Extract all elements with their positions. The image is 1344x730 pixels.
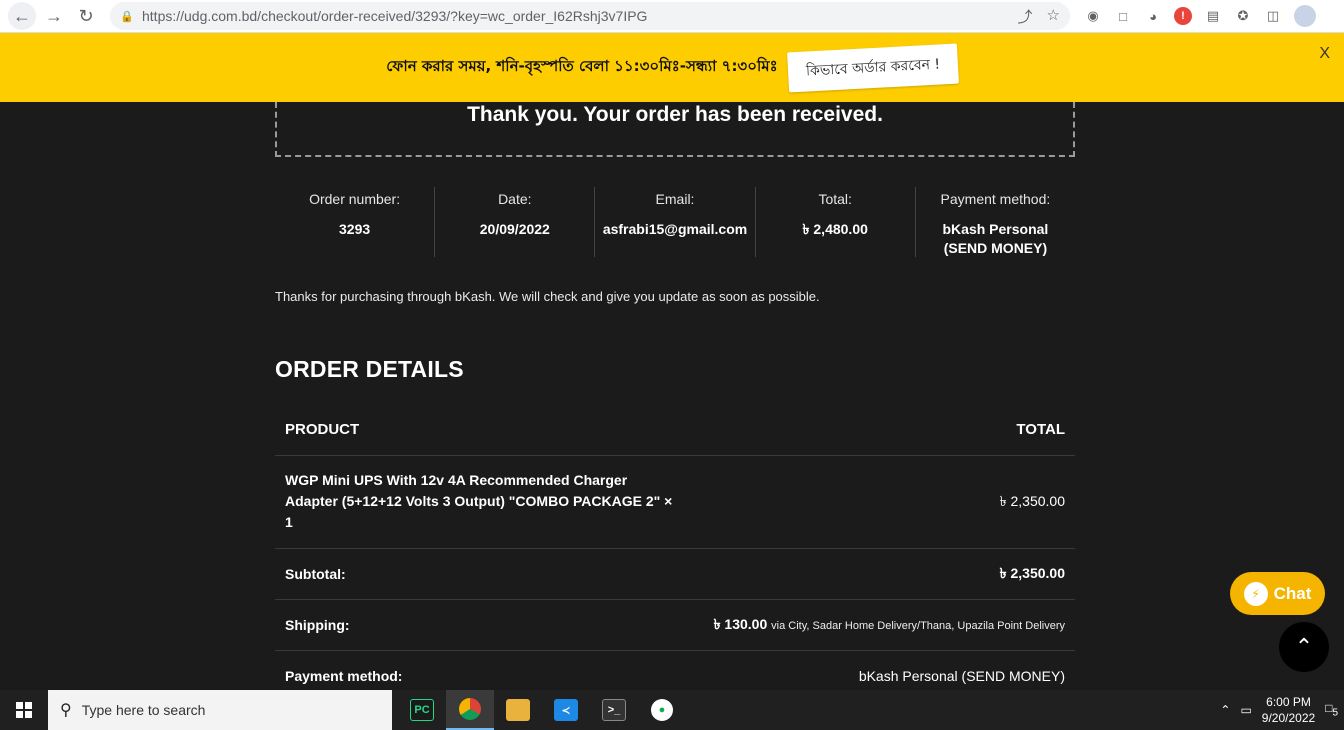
scroll-to-top-button[interactable]: ⌃ [1279, 622, 1329, 672]
extension-icon[interactable]: ◕ [1144, 7, 1162, 25]
overview-label: Order number: [309, 191, 401, 207]
order-received-content: Thank you. Your order has been received.… [275, 102, 1075, 702]
taskbar-search[interactable]: ⚲ Type here to search [48, 690, 392, 730]
lock-icon[interactable]: 🔒 [120, 9, 134, 23]
overview-value: 3293 [339, 221, 371, 237]
thank-you-message: Thank you. Your order has been received. [467, 103, 883, 126]
table-row: Shipping: ৳ 130.00 via City, Sadar Home … [275, 599, 1075, 651]
clock[interactable]: 6:00 PM 9/20/2022 [1262, 694, 1315, 726]
taskbar-vscode[interactable]: ≺ [542, 690, 590, 730]
windows-taskbar: ⚲ Type here to search PC ≺ >_ ● ⌃ ▭ 6:00… [0, 690, 1344, 730]
overview-value: asfrabi15@gmail.com [602, 221, 748, 237]
table-row: WGP Mini UPS With 12v 4A Recommended Cha… [275, 455, 1075, 549]
share-icon[interactable]: ⤴ [1018, 6, 1033, 27]
reload-icon[interactable]: ↻ [72, 2, 100, 30]
chat-label: Chat [1273, 583, 1312, 603]
overview-value: bKash Personal (SEND MONEY) [942, 221, 1049, 256]
table-header-row: PRODUCT TOTAL [275, 405, 1075, 456]
taskbar-terminal[interactable]: >_ [590, 690, 638, 730]
extension-icon[interactable]: ▤ [1204, 7, 1222, 25]
puzzle-icon[interactable]: ✪ [1234, 7, 1252, 25]
product-cell: WGP Mini UPS With 12v 4A Recommended Cha… [275, 455, 695, 549]
product-name-link[interactable]: WGP Mini UPS With 12v 4A Recommended Cha… [285, 470, 675, 533]
forward-icon[interactable]: → [40, 2, 68, 30]
product-total: ৳ 2,350.00 [694, 455, 1075, 549]
chevron-up-icon[interactable]: ⌃ [1220, 703, 1230, 717]
call-time-notice: ফোন করার সময়, শনি-বৃহস্পতি বেলা ১১:৩০মি… [386, 57, 778, 75]
chat-button[interactable]: ⚡ Chat [1230, 572, 1325, 615]
clock-date: 9/20/2022 [1261, 711, 1316, 725]
shipping-value: ৳ 130.00 [713, 615, 768, 632]
browser-toolbar: ← → ↻ 🔒 https://udg.com.bd/checkout/orde… [0, 0, 1344, 33]
subtotal-label: Subtotal: [275, 548, 695, 600]
system-tray: ⌃ ▭ 6:00 PM 9/20/2022 □5 [1220, 694, 1344, 726]
messenger-icon: ⚡ [1243, 581, 1268, 606]
overview-date: Date: 20/09/2022 [435, 187, 596, 257]
overview-order-number: Order number: 3293 [275, 187, 436, 257]
product-column-header: PRODUCT [275, 405, 695, 456]
mongodb-icon: ● [651, 699, 673, 721]
shipping-method: via City, Sadar Home Delivery/Thana, Upa… [771, 619, 1065, 632]
terminal-icon: >_ [602, 699, 626, 721]
battery-icon[interactable]: ▭ [1240, 703, 1251, 717]
subtotal-value: ৳ 2,350.00 [694, 548, 1075, 600]
taskbar-mongodb[interactable]: ● [638, 690, 686, 730]
bookmark-star-icon[interactable]: ☆ [1047, 6, 1060, 27]
how-to-order-button[interactable]: কিভাবে অর্ডার করবেন ! [786, 43, 959, 92]
total-column-header: TOTAL [694, 405, 1075, 456]
search-placeholder: Type here to search [81, 702, 206, 718]
table-row: Subtotal: ৳ 2,350.00 [275, 548, 1075, 600]
overview-value: 20/09/2022 [479, 221, 550, 237]
pycharm-icon: PC [410, 699, 434, 721]
overview-label: Payment method: [940, 191, 1051, 207]
shipping-value-cell: ৳ 130.00 via City, Sadar Home Delivery/T… [694, 599, 1075, 651]
extension-icon[interactable]: ◉ [1084, 7, 1102, 25]
overview-label: Total: [818, 191, 852, 207]
folder-icon [506, 699, 530, 721]
sidebar-icon[interactable]: ◫ [1264, 7, 1282, 25]
clock-time: 6:00 PM [1266, 695, 1311, 709]
taskbar-pycharm[interactable]: PC [398, 690, 446, 730]
chevron-up-icon: ⌃ [1294, 634, 1314, 659]
close-icon[interactable]: X [1319, 45, 1330, 63]
search-icon: ⚲ [60, 702, 72, 719]
windows-icon [16, 702, 32, 718]
order-details-heading: ORDER DETAILS [275, 356, 464, 382]
taskbar-file-explorer[interactable] [494, 690, 542, 730]
shipping-label: Shipping: [275, 599, 695, 651]
overview-value: ৳ 2,480.00 [802, 221, 868, 237]
overview-email: Email: asfrabi15@gmail.com [595, 187, 756, 257]
notification-icon[interactable]: □5 [1325, 701, 1338, 718]
order-details-table: PRODUCT TOTAL WGP Mini UPS With 12v 4A R… [275, 405, 1075, 702]
thank-you-box: Thank you. Your order has been received. [275, 102, 1075, 157]
taskbar-chrome[interactable] [446, 690, 494, 730]
payment-info-message: Thanks for purchasing through bKash. We … [275, 289, 820, 304]
start-button[interactable] [0, 690, 48, 730]
address-bar[interactable]: 🔒 https://udg.com.bd/checkout/order-rece… [110, 2, 1070, 30]
order-overview: Order number: 3293 Date: 20/09/2022 Emai… [275, 187, 1075, 257]
notice-bar: ফোন করার সময়, শনি-বৃহস্পতি বেলা ১১:৩০মি… [0, 33, 1344, 102]
alert-extension-icon[interactable]: ! [1174, 7, 1192, 25]
notification-count: 5 [1332, 707, 1338, 719]
back-icon[interactable]: ← [8, 2, 36, 30]
overview-total: Total: ৳ 2,480.00 [756, 187, 916, 257]
profile-avatar[interactable] [1294, 5, 1316, 27]
chrome-icon [459, 698, 481, 720]
overview-payment-method: Payment method: bKash Personal (SEND MON… [916, 187, 1075, 257]
url-text[interactable]: https://udg.com.bd/checkout/order-receiv… [142, 8, 1018, 24]
overview-label: Date: [498, 191, 532, 207]
extension-icon[interactable]: □ [1114, 7, 1132, 25]
overview-label: Email: [655, 191, 695, 207]
vscode-icon: ≺ [554, 699, 578, 721]
